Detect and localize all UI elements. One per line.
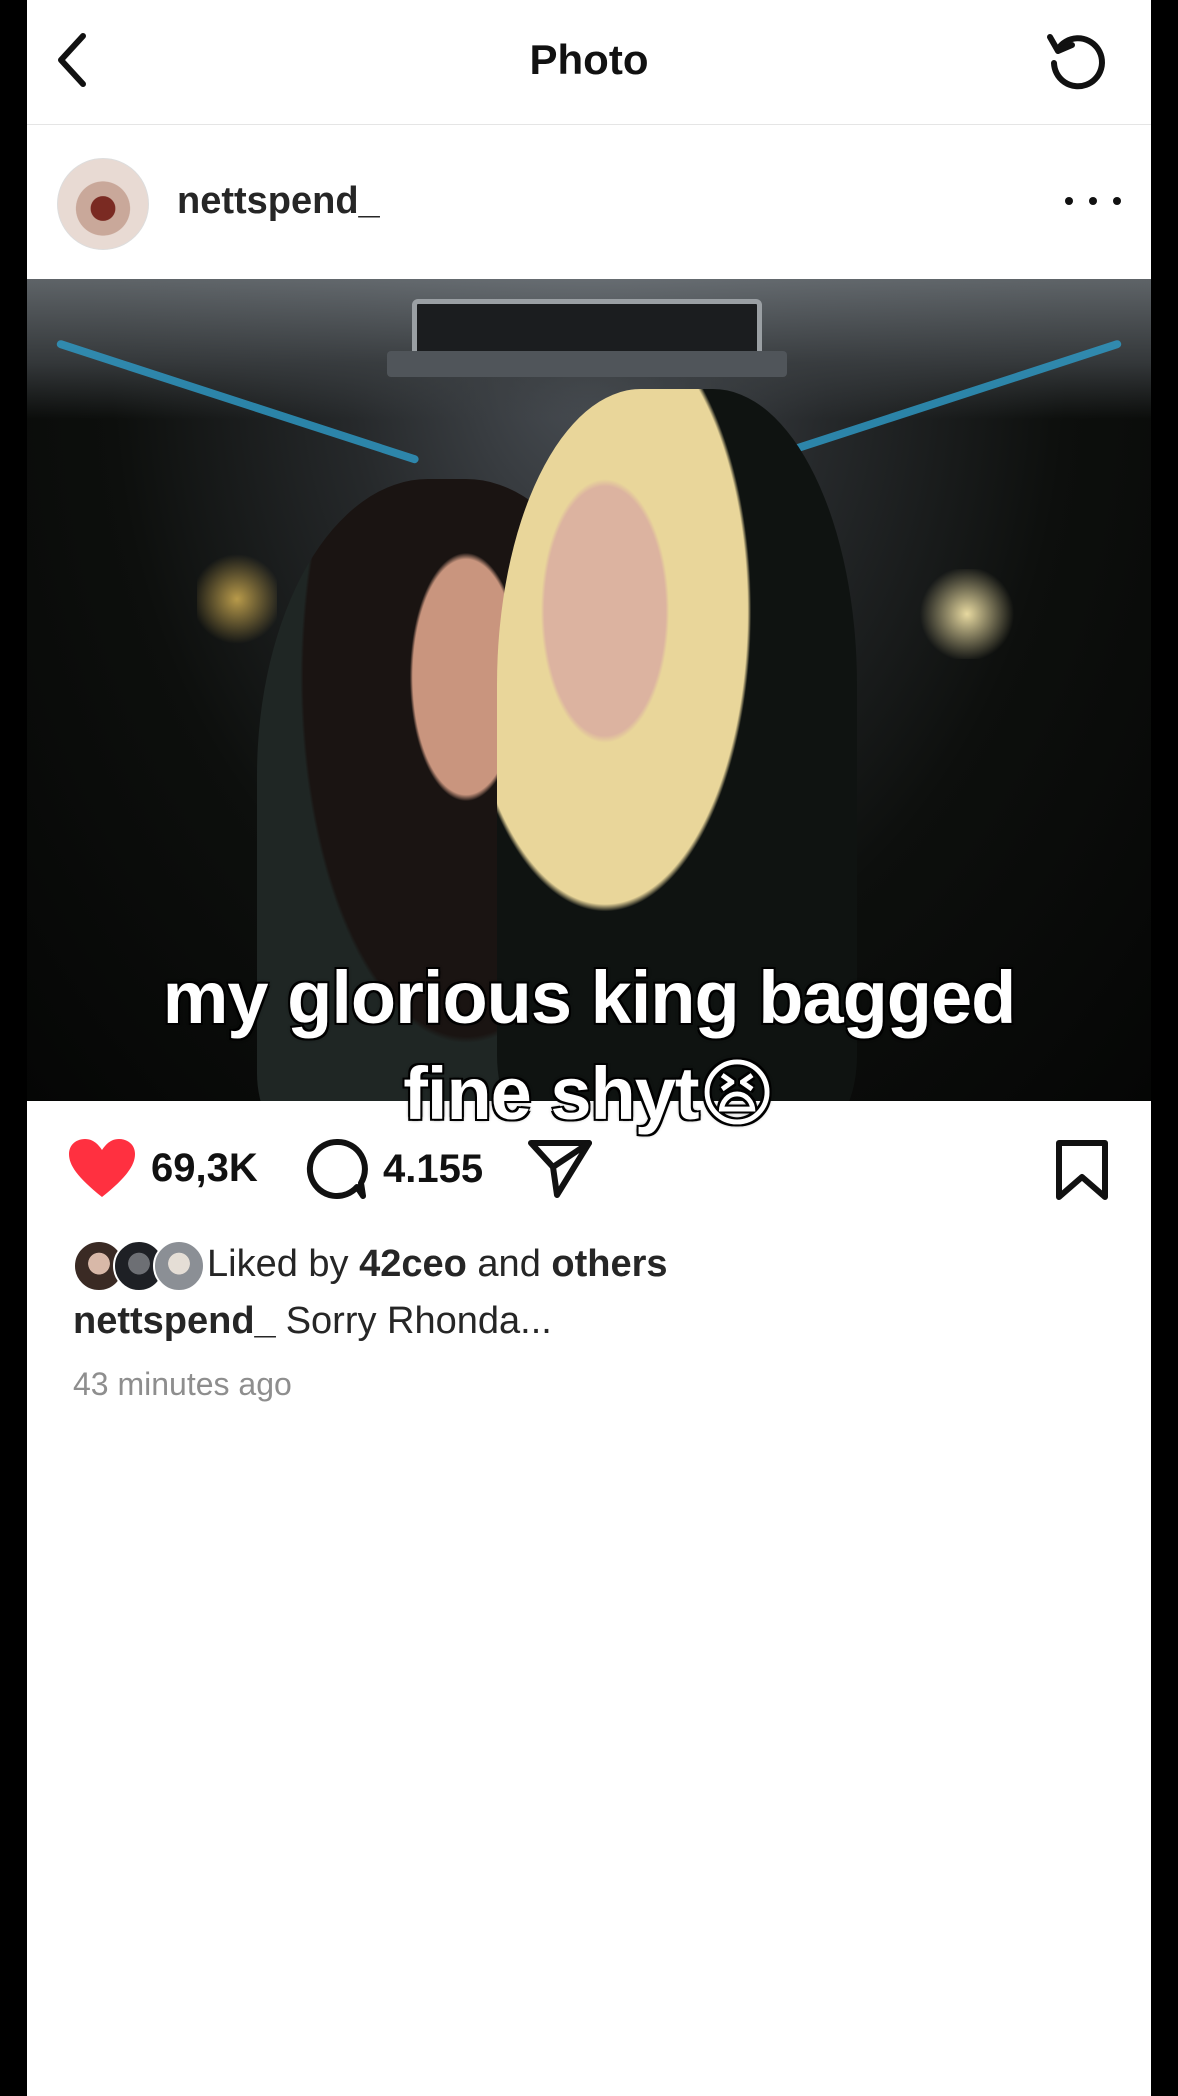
photo-window-light bbox=[917, 569, 1017, 659]
photo-window-light bbox=[197, 549, 277, 649]
avatar[interactable] bbox=[57, 158, 149, 250]
share-button[interactable] bbox=[527, 1137, 593, 1199]
like-button[interactable]: 69,3K bbox=[67, 1137, 258, 1199]
liked-by-prefix: Liked by bbox=[207, 1242, 349, 1285]
post-caption: nettspend_ Sorry Rhonda... bbox=[73, 1300, 552, 1343]
photo-console bbox=[412, 299, 762, 357]
more-options-button[interactable] bbox=[1065, 186, 1121, 216]
more-horizontal-icon bbox=[1065, 197, 1073, 205]
post-header: nettspend_ bbox=[27, 124, 1151, 279]
post-username[interactable]: nettspend_ bbox=[177, 180, 380, 223]
more-dot bbox=[1089, 197, 1097, 205]
top-bar: Photo bbox=[27, 0, 1151, 125]
liked-by-text: Liked by 42ceo and others bbox=[207, 1243, 668, 1286]
heart-icon bbox=[69, 1139, 135, 1197]
page-title: Photo bbox=[529, 36, 649, 83]
more-dot bbox=[1113, 197, 1121, 205]
comment-button[interactable]: 4.155 bbox=[305, 1137, 483, 1201]
comment-icon bbox=[306, 1138, 368, 1199]
app-frame: Photo nettspend_ my glorious king bagged… bbox=[27, 0, 1151, 2096]
comment-count: 4.155 bbox=[383, 1146, 484, 1191]
refresh-icon bbox=[1047, 34, 1105, 90]
liked-by-and: and bbox=[477, 1242, 541, 1285]
post-timestamp: 43 minutes ago bbox=[73, 1366, 292, 1402]
save-button[interactable] bbox=[1055, 1139, 1109, 1201]
liked-by-user[interactable]: 42ceo bbox=[359, 1243, 467, 1285]
bookmark-icon bbox=[1056, 1140, 1108, 1200]
avatar bbox=[153, 1240, 205, 1292]
liked-by-others[interactable]: others bbox=[551, 1243, 667, 1285]
like-count: 69,3K bbox=[151, 1145, 258, 1190]
caption-username[interactable]: nettspend_ bbox=[73, 1300, 276, 1342]
send-icon bbox=[528, 1140, 592, 1198]
photo-console-lower bbox=[387, 351, 787, 377]
overlay-caption-line: my glorious king bagged bbox=[162, 956, 1017, 1039]
liked-by-row[interactable]: Liked by 42ceo and others bbox=[73, 1236, 668, 1292]
action-bar: 69,3K 4.155 bbox=[27, 1101, 1151, 1241]
liked-by-avatars bbox=[73, 1238, 205, 1292]
refresh-button[interactable] bbox=[1043, 26, 1111, 94]
caption-text: Sorry Rhonda... bbox=[285, 1300, 552, 1342]
